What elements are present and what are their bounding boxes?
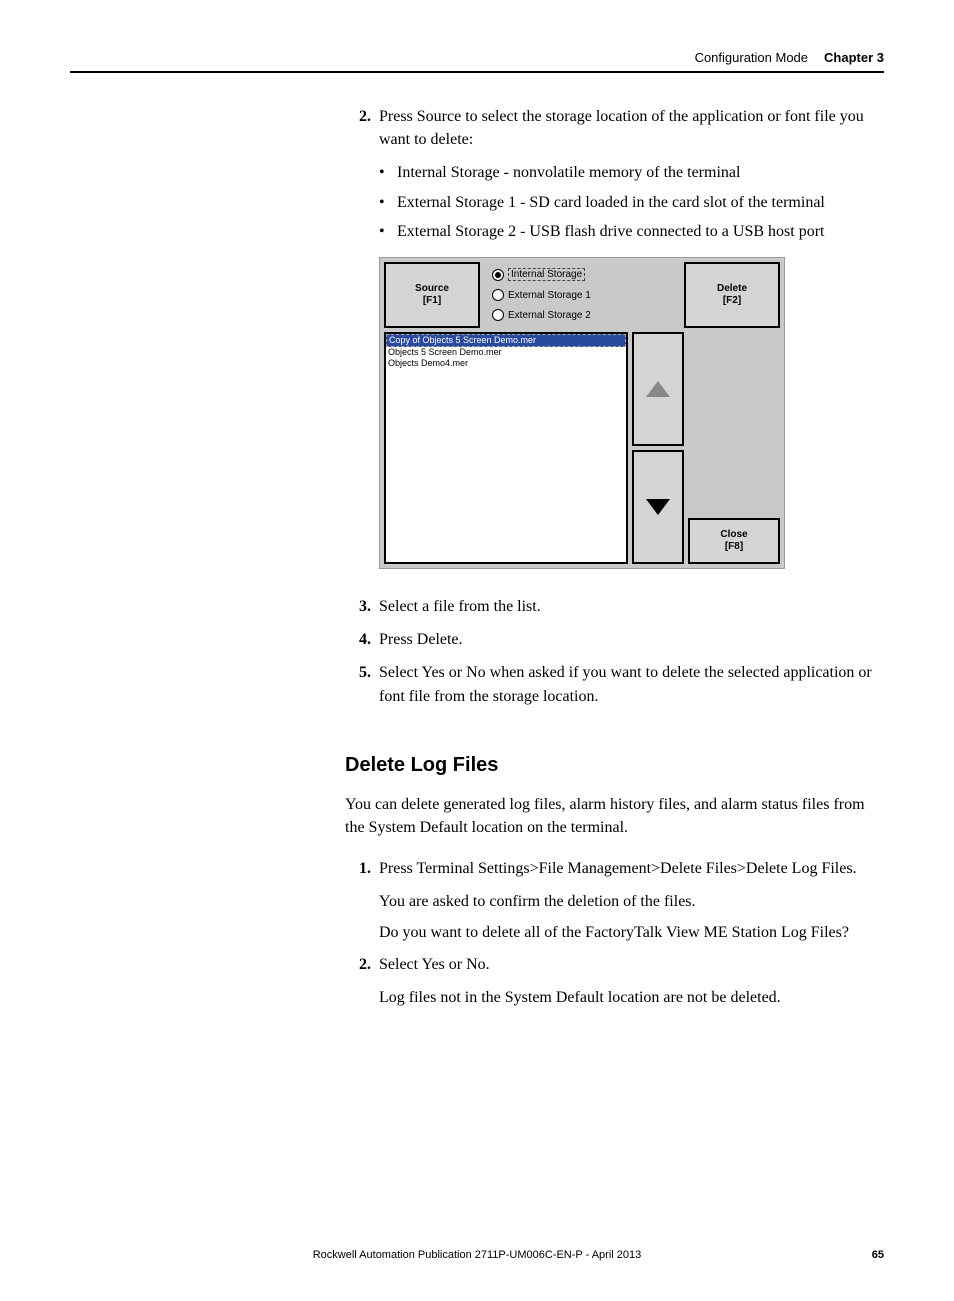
scroll-up-button[interactable] [632, 332, 684, 446]
step-number: 3. [345, 595, 371, 618]
radio-unselected-icon [492, 309, 504, 321]
list-item[interactable]: Copy of Objects 5 Screen Demo.mer [386, 334, 626, 347]
radio-selected-icon [492, 269, 504, 281]
step-5: 5. Select Yes or No when asked if you wa… [345, 661, 884, 707]
close-button-key: [F8] [725, 541, 743, 553]
step-text: Select a file from the list. [379, 595, 884, 618]
bullet-text: External Storage 1 - SD card loaded in t… [397, 191, 825, 214]
page-header: Configuration Mode Chapter 3 [70, 50, 884, 65]
intro-paragraph: You can delete generated log files, alar… [345, 793, 884, 839]
file-list[interactable]: Copy of Objects 5 Screen Demo.mer Object… [384, 332, 628, 564]
scroll-down-button[interactable] [632, 450, 684, 564]
step-number: 2. [345, 953, 371, 976]
bullet-item: • External Storage 2 - USB flash drive c… [379, 220, 884, 243]
bullet-icon: • [379, 191, 397, 214]
step-2: 2. Press Source to select the storage lo… [345, 105, 884, 151]
step-3: 3. Select a file from the list. [345, 595, 884, 618]
delete-button-key: [F2] [723, 295, 741, 307]
bullet-item: • External Storage 1 - SD card loaded in… [379, 191, 884, 214]
source-button-label: Source [415, 283, 449, 295]
step-number: 5. [345, 661, 371, 707]
header-chapter: Chapter 3 [824, 50, 884, 65]
triangle-down-icon [646, 499, 670, 515]
step-number: 2. [345, 105, 371, 151]
step-text: Press Source to select the storage locat… [379, 105, 884, 151]
triangle-up-icon [646, 381, 670, 397]
step-number: 4. [345, 628, 371, 651]
bullet-icon: • [379, 220, 397, 243]
bullet-text: Internal Storage - nonvolatile memory of… [397, 161, 740, 184]
embedded-screenshot: Source [F1] Internal Storage External St… [379, 257, 884, 569]
radio-internal-storage[interactable]: Internal Storage [492, 268, 672, 281]
list-item[interactable]: Objects 5 Screen Demo.mer [386, 347, 626, 358]
source-button[interactable]: Source [F1] [384, 262, 480, 328]
step-2-para-1: Log files not in the System Default loca… [379, 986, 884, 1009]
delete-button[interactable]: Delete [F2] [684, 262, 780, 328]
radio-label: External Storage 1 [508, 290, 591, 301]
delete-step-2: 2. Select Yes or No. [345, 953, 884, 976]
bullet-icon: • [379, 161, 397, 184]
bullet-text: External Storage 2 - USB flash drive con… [397, 220, 824, 243]
step-1-para-2: Do you want to delete all of the Factory… [379, 921, 884, 944]
close-button[interactable]: Close [F8] [688, 518, 780, 564]
step-text: Press Terminal Settings>File Management>… [379, 857, 884, 880]
list-item[interactable]: Objects Demo4.mer [386, 358, 626, 369]
header-section: Configuration Mode [695, 50, 808, 65]
step-text: Select Yes or No when asked if you want … [379, 661, 884, 707]
delete-step-1: 1. Press Terminal Settings>File Manageme… [345, 857, 884, 880]
radio-external-storage-1[interactable]: External Storage 1 [492, 289, 672, 301]
radio-label: External Storage 2 [508, 310, 591, 321]
storage-radio-group: Internal Storage External Storage 1 Exte… [484, 262, 680, 328]
close-button-label: Close [720, 529, 747, 541]
page-footer: Rockwell Automation Publication 2711P-UM… [70, 1249, 884, 1261]
radio-external-storage-2[interactable]: External Storage 2 [492, 309, 672, 321]
delete-files-dialog: Source [F1] Internal Storage External St… [379, 257, 785, 569]
delete-button-label: Delete [717, 283, 747, 295]
bullet-item: • Internal Storage - nonvolatile memory … [379, 161, 884, 184]
source-button-key: [F1] [423, 295, 441, 307]
header-rule [70, 71, 884, 73]
step-1-para-1: You are asked to confirm the deletion of… [379, 890, 884, 913]
section-heading: Delete Log Files [345, 754, 884, 777]
step-2-bullets: • Internal Storage - nonvolatile memory … [379, 161, 884, 243]
page-number: 65 [872, 1249, 884, 1261]
footer-publication: Rockwell Automation Publication 2711P-UM… [313, 1249, 642, 1261]
step-text: Press Delete. [379, 628, 884, 651]
radio-unselected-icon [492, 289, 504, 301]
step-4: 4. Press Delete. [345, 628, 884, 651]
step-number: 1. [345, 857, 371, 880]
radio-label: Internal Storage [508, 268, 585, 281]
step-text: Select Yes or No. [379, 953, 884, 976]
